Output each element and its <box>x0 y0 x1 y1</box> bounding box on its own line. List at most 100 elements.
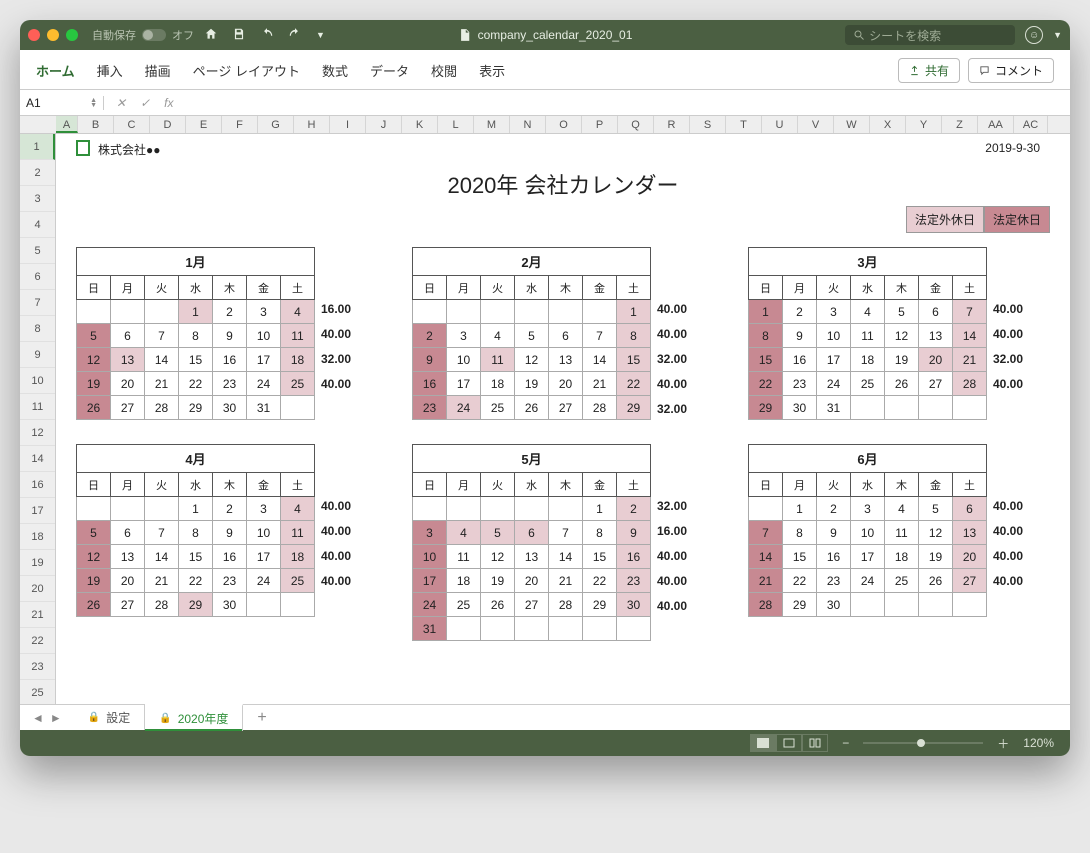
view-page-icon[interactable] <box>776 734 802 752</box>
day-cell[interactable]: 22 <box>583 569 617 593</box>
day-cell[interactable]: 1 <box>179 300 213 324</box>
day-cell[interactable]: 28 <box>145 593 179 617</box>
day-cell[interactable]: 21 <box>953 348 987 372</box>
day-cell[interactable]: 29 <box>583 593 617 617</box>
day-cell[interactable]: 21 <box>583 372 617 396</box>
day-cell[interactable]: 11 <box>281 521 315 545</box>
day-cell[interactable]: 10 <box>413 545 447 569</box>
day-cell[interactable]: 2 <box>617 497 651 521</box>
column-header[interactable]: L <box>438 116 474 133</box>
sheet-tab-2020[interactable]: 🔒2020年度 <box>145 704 243 731</box>
day-cell[interactable]: 10 <box>851 521 885 545</box>
day-cell[interactable] <box>549 300 583 324</box>
day-cell[interactable]: 8 <box>617 324 651 348</box>
day-cell[interactable]: 23 <box>617 569 651 593</box>
day-cell[interactable]: 17 <box>247 545 281 569</box>
day-cell[interactable]: 13 <box>111 545 145 569</box>
row-header[interactable]: 18 <box>20 524 55 550</box>
ribbon-tab-review[interactable]: 校閲 <box>431 61 457 80</box>
day-cell[interactable] <box>447 300 481 324</box>
redo-icon[interactable] <box>288 27 302 44</box>
column-header[interactable]: O <box>546 116 582 133</box>
day-cell[interactable]: 13 <box>953 521 987 545</box>
day-cell[interactable]: 20 <box>111 372 145 396</box>
day-cell[interactable]: 1 <box>179 497 213 521</box>
day-cell[interactable] <box>481 617 515 641</box>
row-header[interactable]: 6 <box>20 264 55 290</box>
sheet-tab-settings[interactable]: 🔒設定 <box>74 705 145 730</box>
day-cell[interactable]: 8 <box>749 324 783 348</box>
day-cell[interactable]: 18 <box>851 348 885 372</box>
column-header[interactable]: P <box>582 116 618 133</box>
day-cell[interactable]: 13 <box>549 348 583 372</box>
day-cell[interactable]: 15 <box>783 545 817 569</box>
day-cell[interactable]: 26 <box>515 396 549 420</box>
day-cell[interactable]: 1 <box>583 497 617 521</box>
day-cell[interactable]: 25 <box>281 569 315 593</box>
day-cell[interactable] <box>515 497 549 521</box>
day-cell[interactable]: 30 <box>783 396 817 420</box>
day-cell[interactable]: 9 <box>413 348 447 372</box>
tab-arrow-right[interactable]: ► <box>50 711 62 725</box>
day-cell[interactable]: 29 <box>179 593 213 617</box>
day-cell[interactable]: 15 <box>179 348 213 372</box>
ribbon-tab-formulas[interactable]: 数式 <box>322 61 348 80</box>
ribbon-tab-insert[interactable]: 挿入 <box>97 61 123 80</box>
column-header[interactable]: I <box>330 116 366 133</box>
day-cell[interactable]: 2 <box>413 324 447 348</box>
view-buttons[interactable] <box>750 734 828 752</box>
day-cell[interactable]: 23 <box>783 372 817 396</box>
day-cell[interactable]: 23 <box>213 569 247 593</box>
day-cell[interactable]: 15 <box>583 545 617 569</box>
day-cell[interactable] <box>885 396 919 420</box>
day-cell[interactable]: 1 <box>749 300 783 324</box>
add-sheet-button[interactable]: + <box>243 709 280 727</box>
day-cell[interactable]: 27 <box>953 569 987 593</box>
row-header[interactable]: 16 <box>20 472 55 498</box>
day-cell[interactable]: 30 <box>817 593 851 617</box>
day-cell[interactable] <box>953 396 987 420</box>
day-cell[interactable]: 7 <box>583 324 617 348</box>
chevron-icon[interactable]: ▲▼ <box>90 98 97 108</box>
day-cell[interactable] <box>447 617 481 641</box>
fx-icon[interactable]: fx <box>164 96 173 110</box>
day-cell[interactable]: 25 <box>447 593 481 617</box>
zoom-slider[interactable] <box>863 742 983 744</box>
day-cell[interactable] <box>413 300 447 324</box>
column-header[interactable]: T <box>726 116 762 133</box>
row-header[interactable]: 22 <box>20 628 55 654</box>
column-header[interactable]: V <box>798 116 834 133</box>
day-cell[interactable]: 5 <box>515 324 549 348</box>
row-header[interactable]: 5 <box>20 238 55 264</box>
row-header[interactable]: 7 <box>20 290 55 316</box>
day-cell[interactable]: 17 <box>447 372 481 396</box>
day-cell[interactable]: 9 <box>213 521 247 545</box>
day-cell[interactable]: 14 <box>749 545 783 569</box>
column-header[interactable]: K <box>402 116 438 133</box>
day-cell[interactable]: 7 <box>145 521 179 545</box>
column-header[interactable]: B <box>78 116 114 133</box>
column-header[interactable]: J <box>366 116 402 133</box>
day-cell[interactable]: 27 <box>549 396 583 420</box>
day-cell[interactable]: 19 <box>481 569 515 593</box>
day-cell[interactable]: 6 <box>111 521 145 545</box>
search-input[interactable]: シートを検索 <box>845 25 1015 45</box>
day-cell[interactable]: 30 <box>617 593 651 617</box>
column-header[interactable]: E <box>186 116 222 133</box>
day-cell[interactable]: 24 <box>413 593 447 617</box>
day-cell[interactable]: 8 <box>583 521 617 545</box>
day-cell[interactable]: 11 <box>481 348 515 372</box>
row-headers[interactable]: 12345678910111214161718192021222325 <box>20 134 56 704</box>
day-cell[interactable]: 26 <box>481 593 515 617</box>
day-cell[interactable]: 14 <box>145 348 179 372</box>
day-cell[interactable]: 22 <box>179 372 213 396</box>
day-cell[interactable] <box>145 497 179 521</box>
day-cell[interactable]: 1 <box>617 300 651 324</box>
day-cell[interactable]: 29 <box>783 593 817 617</box>
confirm-icon[interactable]: ✓ <box>140 96 150 110</box>
day-cell[interactable]: 16 <box>617 545 651 569</box>
day-cell[interactable]: 20 <box>549 372 583 396</box>
column-header[interactable]: H <box>294 116 330 133</box>
day-cell[interactable]: 2 <box>213 300 247 324</box>
zoom-in-button[interactable]: ＋ <box>997 735 1009 752</box>
